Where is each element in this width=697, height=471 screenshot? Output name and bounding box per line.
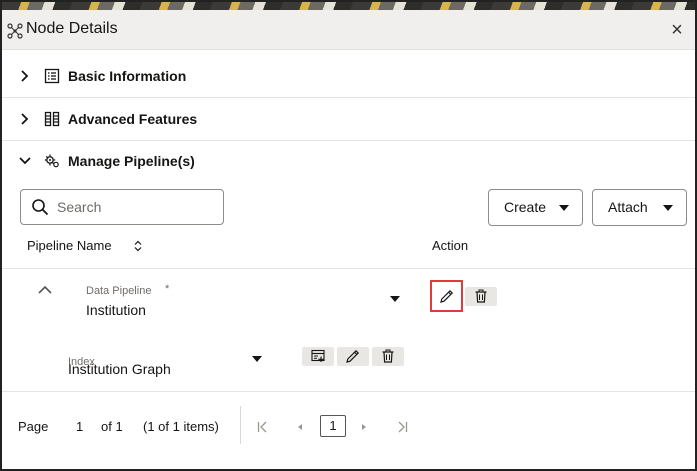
delete-pipeline-button[interactable] [465, 287, 497, 306]
delete-index-button[interactable] [372, 347, 404, 366]
caret-down-icon [252, 356, 262, 362]
first-page-icon[interactable] [256, 420, 270, 434]
edit-pipeline-button[interactable] [437, 287, 457, 306]
attach-button-label: Attach [608, 199, 648, 215]
list-add-icon [311, 349, 325, 362]
search-field[interactable] [20, 189, 224, 225]
dialog-header: Node Details × [2, 10, 695, 50]
divider [2, 268, 695, 269]
column-header-pipeline-name[interactable]: Pipeline Name [27, 238, 112, 253]
section-label: Manage Pipeline(s) [68, 153, 195, 169]
items-summary: (1 of 1 items) [143, 419, 219, 434]
section-label: Basic Information [68, 68, 187, 84]
create-button-label: Create [504, 199, 547, 215]
last-page-icon[interactable] [395, 420, 409, 434]
data-pipeline-value: Institution [86, 302, 146, 318]
close-icon[interactable]: × [667, 20, 687, 40]
chevron-down-icon [19, 157, 31, 165]
edit-index-button[interactable] [337, 347, 369, 366]
next-page-icon[interactable] [357, 420, 371, 434]
caret-down-icon [663, 205, 673, 211]
current-page: 1 [76, 419, 84, 434]
divider [2, 391, 695, 392]
divider [240, 406, 241, 444]
dialog-title: Node Details [26, 20, 118, 37]
gears-icon [44, 154, 59, 168]
section-manage-pipelines[interactable]: Manage Pipeline(s) [2, 141, 695, 183]
columns-icon [44, 111, 60, 127]
add-to-list-button[interactable] [302, 347, 334, 366]
chevron-up-icon[interactable] [37, 284, 53, 296]
chevron-right-icon [21, 113, 29, 125]
index-value: Institution Graph [68, 361, 171, 377]
caret-down-icon [559, 205, 569, 211]
list-icon [44, 68, 60, 84]
search-icon [32, 199, 49, 216]
page-number-input[interactable]: 1 [320, 415, 346, 437]
pencil-icon [346, 349, 360, 363]
page-label: Page [18, 419, 49, 434]
trash-icon [475, 289, 487, 303]
sort-icon[interactable] [132, 240, 144, 252]
section-label: Advanced Features [68, 111, 198, 127]
chevron-right-icon [21, 70, 29, 82]
required-marker: * [165, 283, 170, 295]
trash-icon [382, 349, 394, 363]
data-pipeline-label: Data Pipeline [86, 285, 152, 297]
previous-page-icon[interactable] [293, 420, 307, 434]
node-details-dialog: Node Details × Basic Information Advance… [0, 0, 697, 471]
background-strip [2, 2, 695, 10]
search-input[interactable] [57, 196, 217, 218]
page-count: of 1 [101, 419, 123, 434]
pagination-bar: Page 1 of 1 (1 of 1 items) [2, 406, 695, 446]
section-basic-information[interactable]: Basic Information [2, 56, 695, 98]
caret-down-icon [390, 296, 400, 302]
column-header-action: Action [432, 238, 469, 253]
create-button[interactable]: Create [488, 189, 583, 226]
attach-button[interactable]: Attach [592, 189, 687, 226]
node-graph-icon [7, 23, 23, 39]
section-advanced-features[interactable]: Advanced Features [2, 99, 695, 141]
